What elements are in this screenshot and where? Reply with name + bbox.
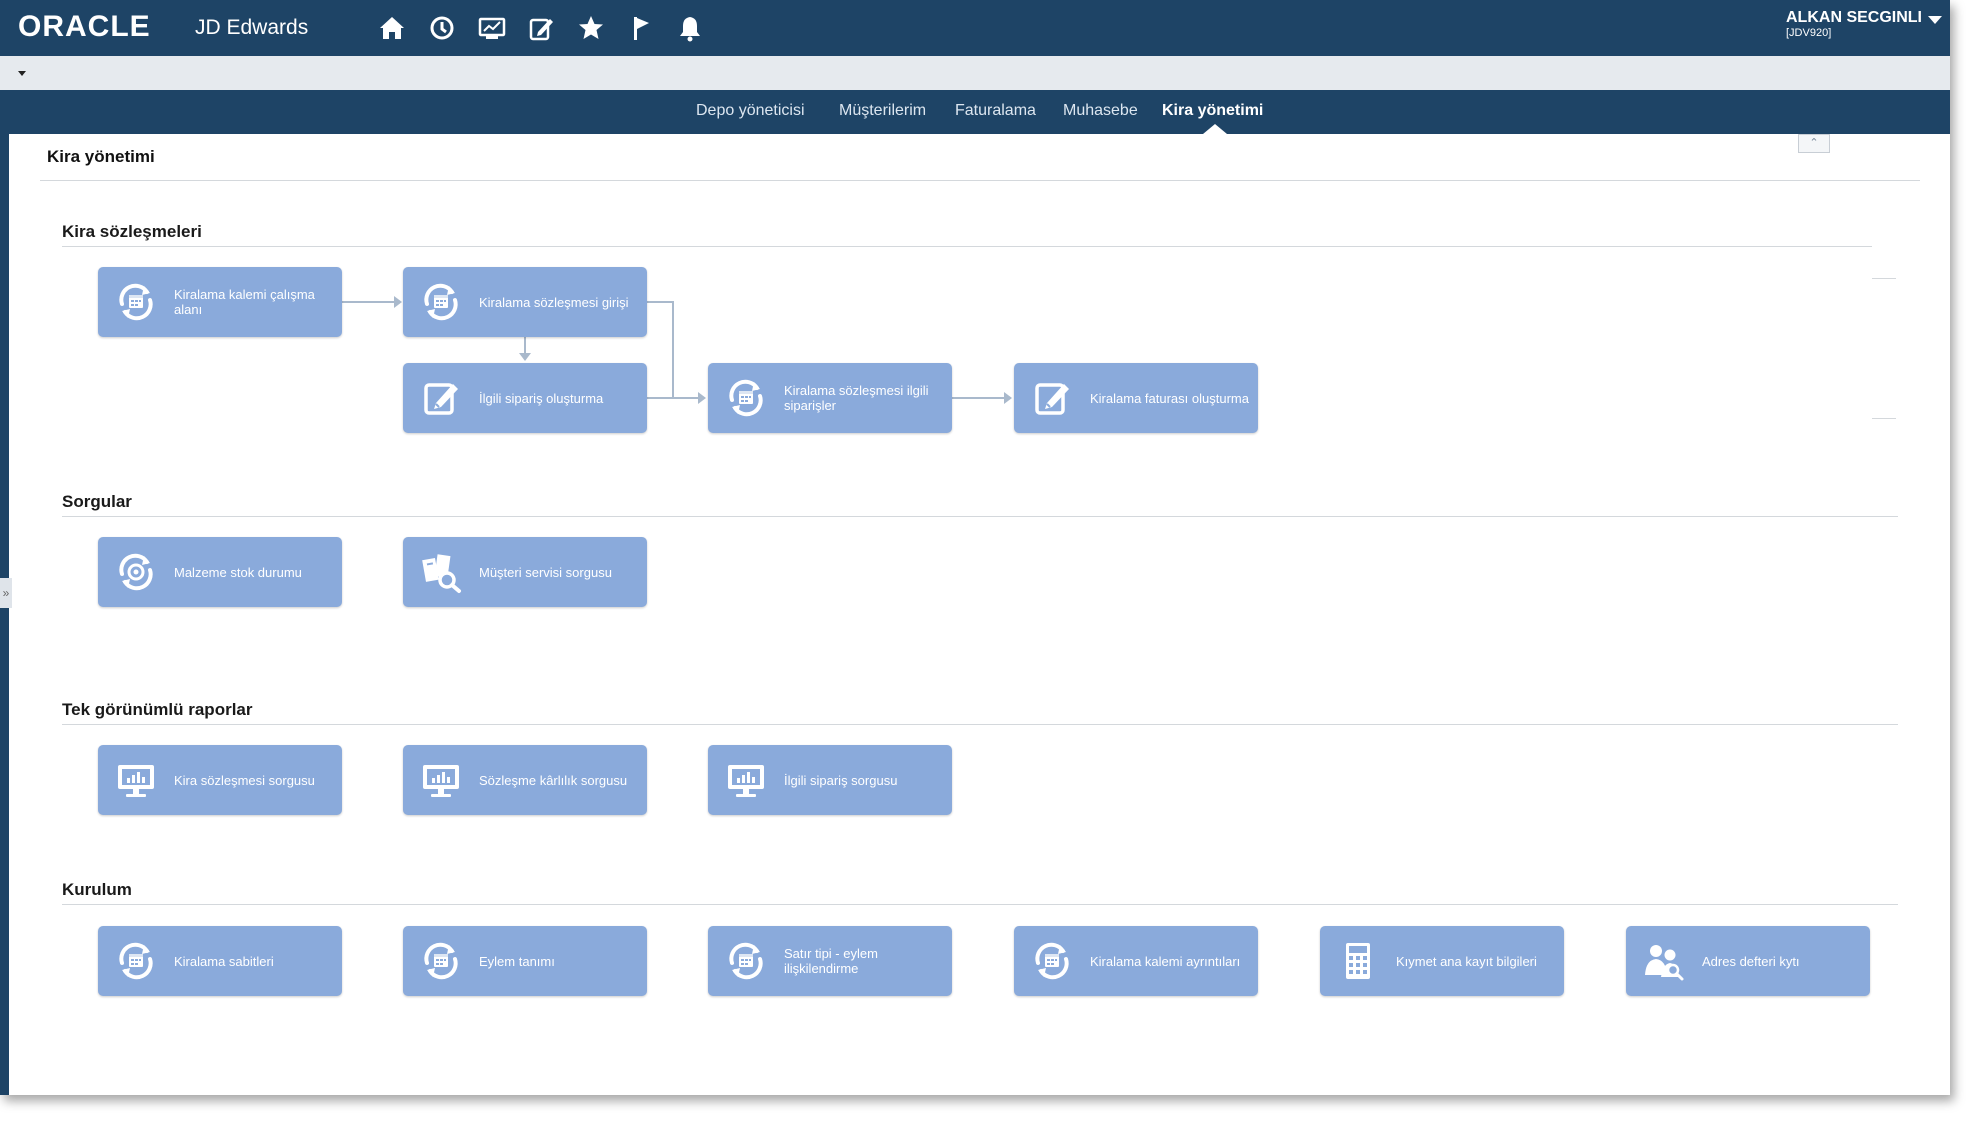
collapse-button[interactable]: ⌃ bbox=[1798, 134, 1830, 153]
tile-label: İlgili sipariş oluşturma bbox=[479, 390, 604, 406]
page-tabs: Depo yöneticisi Müşterilerim Faturalama … bbox=[0, 90, 1950, 134]
top-header: ORACLE JD Edwards ALKAN SECGINLI [JDV920… bbox=[0, 0, 1950, 56]
people-search-icon bbox=[1642, 939, 1686, 983]
tile-kiralama-kalemi-ayrintilari[interactable]: Kiralama kalemi ayrıntıları bbox=[1014, 926, 1258, 996]
monitor-chart-icon bbox=[724, 758, 768, 802]
flow-connector bbox=[672, 301, 674, 398]
favorites-icon[interactable] bbox=[576, 13, 606, 43]
tile-label: Kiralama faturası oluşturma bbox=[1090, 390, 1249, 406]
tile-eylem-tanimi[interactable]: Eylem tanımı bbox=[403, 926, 647, 996]
tile-kira-sozlesmesi-sorgusu[interactable]: Kira sözleşmesi sorgusu bbox=[98, 745, 342, 815]
tile-label: Müşteri servisi sorgusu bbox=[479, 564, 612, 580]
tile-label: Kiralama kalemi çalışma alanı bbox=[174, 287, 315, 317]
edit-icon[interactable] bbox=[526, 13, 556, 43]
page-title: Kira yönetimi bbox=[47, 147, 155, 166]
flow-connector bbox=[646, 397, 702, 399]
tile-kiralama-kalemi-calisma-alani[interactable]: Kiralama kalemi çalışma alanı bbox=[98, 267, 342, 337]
tile-label: Satır tipi - eylem ilişkilendirme bbox=[784, 946, 878, 976]
edit-icon bbox=[419, 376, 463, 420]
flow-arrow bbox=[1004, 392, 1012, 404]
tile-label: Sözleşme kârlılık sorgusu bbox=[479, 772, 628, 788]
calendar-refresh-icon bbox=[419, 939, 463, 983]
tile-label: İlgili sipariş sorgusu bbox=[784, 772, 898, 788]
caret-down-icon[interactable] bbox=[18, 71, 26, 76]
user-menu[interactable]: ALKAN SECGINLI [JDV920] bbox=[1786, 9, 1942, 39]
calendar-refresh-icon bbox=[1030, 939, 1074, 983]
tile-kiralama-sabitleri[interactable]: Kiralama sabitleri bbox=[98, 926, 342, 996]
tile-label: Kıymet ana kayıt bilgileri bbox=[1396, 953, 1537, 969]
oracle-logo: ORACLE bbox=[18, 10, 151, 43]
tile-label: Eylem tanımı bbox=[479, 953, 555, 969]
flag-icon[interactable] bbox=[626, 13, 656, 43]
tab-kira-yonetimi[interactable]: Kira yönetimi bbox=[1162, 102, 1263, 120]
tile-kiymet-ana-kayit-bilgileri[interactable]: Kıymet ana kayıt bilgileri bbox=[1320, 926, 1564, 996]
divider bbox=[40, 180, 1920, 181]
divider bbox=[1872, 278, 1896, 279]
user-environment: [JDV920] bbox=[1786, 27, 1832, 39]
tile-musteri-servisi-sorgusu[interactable]: Müşteri servisi sorgusu bbox=[403, 537, 647, 607]
flow-arrow bbox=[394, 296, 402, 308]
tile-label: Kira sözleşmesi sorgusu bbox=[174, 772, 315, 788]
notifications-icon[interactable] bbox=[675, 13, 705, 43]
section-title-setup: Kurulum bbox=[62, 880, 132, 899]
tile-label: Kiralama sözleşmesi ilgili siparişler bbox=[784, 383, 929, 413]
flow-connector bbox=[646, 301, 673, 303]
edit-icon bbox=[1030, 376, 1074, 420]
section-title-queries: Sorgular bbox=[62, 492, 132, 511]
flow-connector bbox=[952, 397, 1010, 399]
tile-sozlesme-karlilik-sorgusu[interactable]: Sözleşme kârlılık sorgusu bbox=[403, 745, 647, 815]
calendar-refresh-icon bbox=[114, 939, 158, 983]
tile-kiralama-sozlesmesi-girisi[interactable]: Kiralama sözleşmesi girişi bbox=[403, 267, 647, 337]
tab-depo-yoneticisi[interactable]: Depo yöneticisi bbox=[696, 102, 805, 120]
tile-malzeme-stok-durumu[interactable]: Malzeme stok durumu bbox=[98, 537, 342, 607]
monitor-chart-icon bbox=[114, 758, 158, 802]
dashboard-icon[interactable] bbox=[477, 13, 507, 43]
tile-label: Kiralama sözleşmesi girişi bbox=[479, 294, 629, 310]
chevron-down-icon[interactable] bbox=[1928, 16, 1942, 24]
flow-arrow bbox=[698, 392, 706, 404]
divider bbox=[62, 724, 1898, 725]
calculator-icon bbox=[1336, 939, 1380, 983]
divider bbox=[62, 904, 1898, 905]
tile-adres-defteri-kyti[interactable]: Adres defteri kytı bbox=[1626, 926, 1870, 996]
left-rail bbox=[0, 134, 9, 1095]
tile-label: Adres defteri kytı bbox=[1702, 953, 1800, 969]
calendar-refresh-icon bbox=[724, 939, 768, 983]
active-tab-indicator bbox=[1203, 124, 1227, 134]
flow-connector bbox=[342, 301, 400, 303]
expand-panel-icon[interactable]: » bbox=[0, 578, 12, 608]
tile-label: Kiralama kalemi ayrıntıları bbox=[1090, 953, 1241, 969]
tile-satir-tipi-eylem-iliskilendirme[interactable]: Satır tipi - eylem ilişkilendirme bbox=[708, 926, 952, 996]
tab-musterilerim[interactable]: Müşterilerim bbox=[839, 102, 926, 120]
home-icon[interactable] bbox=[377, 13, 407, 43]
app-window: ORACLE JD Edwards ALKAN SECGINLI [JDV920… bbox=[0, 0, 1950, 1095]
flow-arrow bbox=[519, 353, 531, 361]
tab-faturalama[interactable]: Faturalama bbox=[955, 102, 1036, 120]
tile-kiralama-sozlesmesi-ilgili-siparisler[interactable]: Kiralama sözleşmesi ilgili siparişler bbox=[708, 363, 952, 433]
calendar-refresh-icon bbox=[724, 376, 768, 420]
tile-ilgili-siparis-olusturma[interactable]: İlgili sipariş oluşturma bbox=[403, 363, 647, 433]
tile-kiralama-faturasi-olusturma[interactable]: Kiralama faturası oluşturma bbox=[1014, 363, 1258, 433]
divider bbox=[62, 516, 1898, 517]
recent-icon[interactable] bbox=[427, 13, 457, 43]
sub-toolbar bbox=[0, 56, 1950, 91]
tab-muhasebe[interactable]: Muhasebe bbox=[1063, 102, 1138, 120]
section-title-reports: Tek görünümlü raporlar bbox=[62, 700, 253, 719]
search-documents-icon bbox=[419, 550, 463, 594]
divider bbox=[62, 246, 1872, 247]
calendar-refresh-icon bbox=[419, 280, 463, 324]
section-title-contracts: Kira sözleşmeleri bbox=[62, 222, 202, 241]
calendar-refresh-icon bbox=[114, 280, 158, 324]
divider bbox=[1872, 418, 1896, 419]
tile-ilgili-siparis-sorgusu[interactable]: İlgili sipariş sorgusu bbox=[708, 745, 952, 815]
target-refresh-icon bbox=[114, 550, 158, 594]
tile-label: Malzeme stok durumu bbox=[174, 564, 302, 580]
monitor-chart-icon bbox=[419, 758, 463, 802]
tile-label: Kiralama sabitleri bbox=[174, 953, 274, 969]
product-name: JD Edwards bbox=[195, 16, 309, 39]
user-name: ALKAN SECGINLI bbox=[1786, 9, 1922, 26]
